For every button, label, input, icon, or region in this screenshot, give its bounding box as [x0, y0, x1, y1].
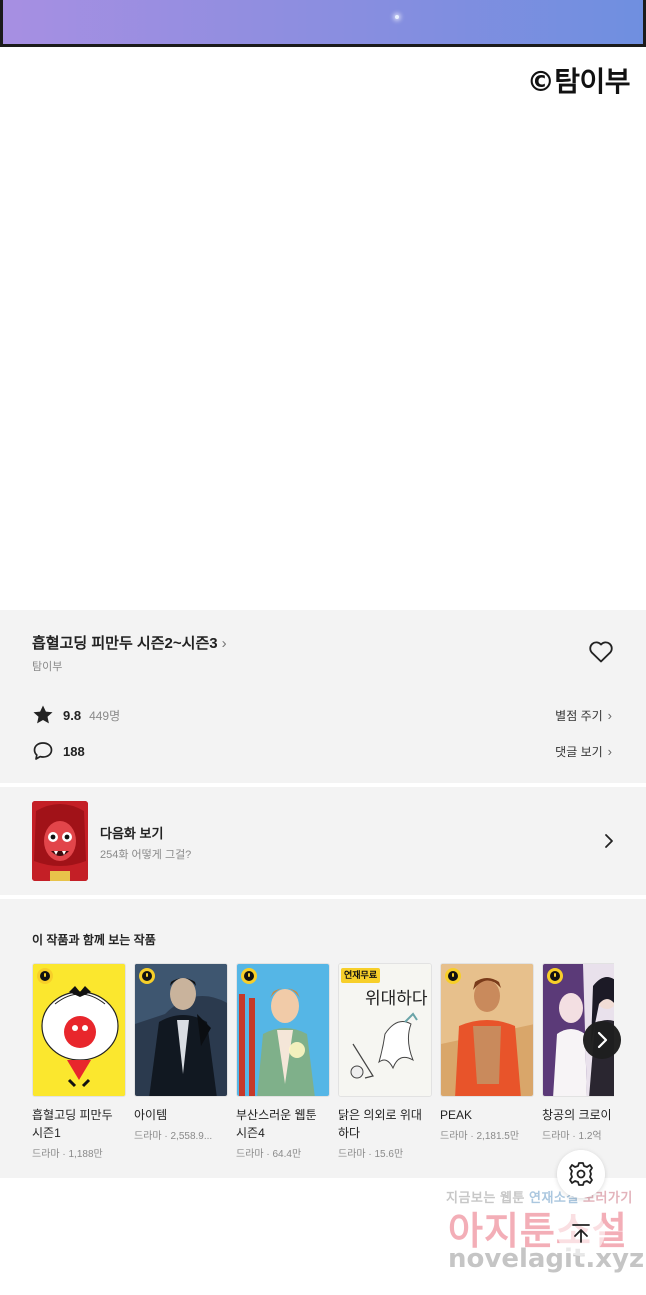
- comic-copyright: ©탐이부: [526, 65, 631, 98]
- star-icon: [33, 705, 53, 724]
- rec-cover-title: 위대하다: [365, 989, 428, 1009]
- clock-badge-icon: [241, 968, 257, 984]
- chevron-right-icon: ›: [607, 708, 612, 723]
- rec-card[interactable]: 흡혈고딩 피만두 시즌1 드라마 · 1,188만: [32, 963, 126, 1160]
- viewer-page: ©탐이부 흡혈고딩 피만두 시즌2~시즌3 › 탐이부 9.8 449명 별점 주…: [0, 0, 646, 1295]
- next-episode-thumbnail: [32, 801, 88, 881]
- settings-gear-icon[interactable]: [557, 1150, 605, 1198]
- series-title-link[interactable]: 흡혈고딩 피만두 시즌2~시즌3 ›: [32, 632, 227, 653]
- rating-count: 449명: [89, 708, 121, 723]
- recommendations-heading: 이 작품과 함께 보는 작품: [32, 933, 156, 947]
- heart-icon[interactable]: [588, 640, 614, 664]
- rec-title-line2: 시즌4: [236, 1126, 265, 1140]
- recommendations-panel: 이 작품과 함께 보는 작품 흡혈고딩 피만두 시즌1 드라마 · 1,188만…: [0, 899, 646, 1178]
- watermark-url: novelagit.xyz: [448, 1244, 645, 1274]
- next-episode-button[interactable]: 다음화 보기 254화 어떻게 그걸?: [0, 787, 646, 895]
- rec-meta: 드라마 · 1.2억: [542, 1131, 602, 1142]
- comment-bubble-icon: [33, 742, 53, 760]
- rec-cover-image: [236, 963, 330, 1097]
- sparkle-decoration: [395, 15, 399, 19]
- next-episode-title: 다음화 보기: [100, 826, 164, 841]
- rec-title: PEAK: [440, 1108, 473, 1122]
- chevron-right-icon: ›: [607, 744, 612, 759]
- rec-cover-image: 연재무료 위대하다: [338, 963, 432, 1097]
- free-badge: 연재무료: [341, 968, 381, 983]
- comments-label: 댓글 보기: [555, 745, 603, 759]
- rec-title: 창공의 크로이: [542, 1108, 612, 1122]
- series-author: 탐이부: [32, 661, 63, 673]
- clock-badge-icon: [139, 968, 155, 984]
- rate-label: 별점 주기: [555, 709, 603, 723]
- rec-title-line2: 하다: [338, 1126, 361, 1140]
- rec-cover-image: [134, 963, 228, 1097]
- clock-badge-icon: [445, 968, 461, 984]
- next-episode-subtitle: 254화 어떻게 그걸?: [100, 849, 192, 861]
- rec-title: 닭은 의외로 위대: [338, 1108, 422, 1122]
- view-comments-button[interactable]: 댓글 보기 ›: [555, 743, 612, 760]
- series-title: 흡혈고딩 피만두 시즌2~시즌3: [32, 635, 218, 652]
- comment-row: 188: [32, 740, 85, 762]
- rec-title: 부산스러운 웹툰: [236, 1108, 317, 1122]
- comment-count: 188: [63, 743, 85, 759]
- rec-cover-image: [440, 963, 534, 1097]
- rec-title: 아이템: [134, 1108, 168, 1122]
- rec-card[interactable]: 연재무료 위대하다 닭은 의외로 위대 하다 드라마 · 15.6만: [338, 963, 432, 1160]
- rec-card[interactable]: 아이템 드라마 · 2,558.9...: [134, 963, 228, 1142]
- chevron-right-icon: ›: [221, 635, 227, 652]
- rating-row: 9.8 449명: [32, 704, 120, 726]
- clock-badge-icon: [547, 968, 563, 984]
- chevron-right-icon: [605, 834, 613, 848]
- rec-title-line2: 시즌1: [32, 1126, 61, 1140]
- carousel-next-button[interactable]: [583, 1021, 621, 1059]
- rec-card[interactable]: PEAK 드라마 · 2,181.5만: [440, 963, 534, 1142]
- comic-panel-image: [0, 0, 646, 47]
- rec-cover-image: [32, 963, 126, 1097]
- rec-meta: 드라마 · 15.6만: [338, 1149, 404, 1160]
- rec-meta: 드라마 · 2,558.9...: [134, 1131, 213, 1142]
- recommendations-carousel: 흡혈고딩 피만두 시즌1 드라마 · 1,188만 아이템 드라마 · 2,55…: [32, 963, 614, 1173]
- rec-meta: 드라마 · 64.4만: [236, 1149, 302, 1160]
- rec-title: 흡혈고딩 피만두: [32, 1108, 113, 1122]
- rate-button[interactable]: 별점 주기 ›: [555, 707, 612, 724]
- rec-meta: 드라마 · 1,188만: [32, 1149, 103, 1160]
- clock-badge-icon: [37, 968, 53, 984]
- rating-score: 9.8: [63, 707, 82, 723]
- rec-meta: 드라마 · 2,181.5만: [440, 1131, 520, 1142]
- scroll-to-top-icon[interactable]: [557, 1208, 605, 1256]
- rec-card[interactable]: 부산스러운 웹툰 시즌4 드라마 · 64.4만: [236, 963, 330, 1160]
- series-info-panel: 흡혈고딩 피만두 시즌2~시즌3 › 탐이부 9.8 449명 별점 주기 › 1…: [0, 610, 646, 783]
